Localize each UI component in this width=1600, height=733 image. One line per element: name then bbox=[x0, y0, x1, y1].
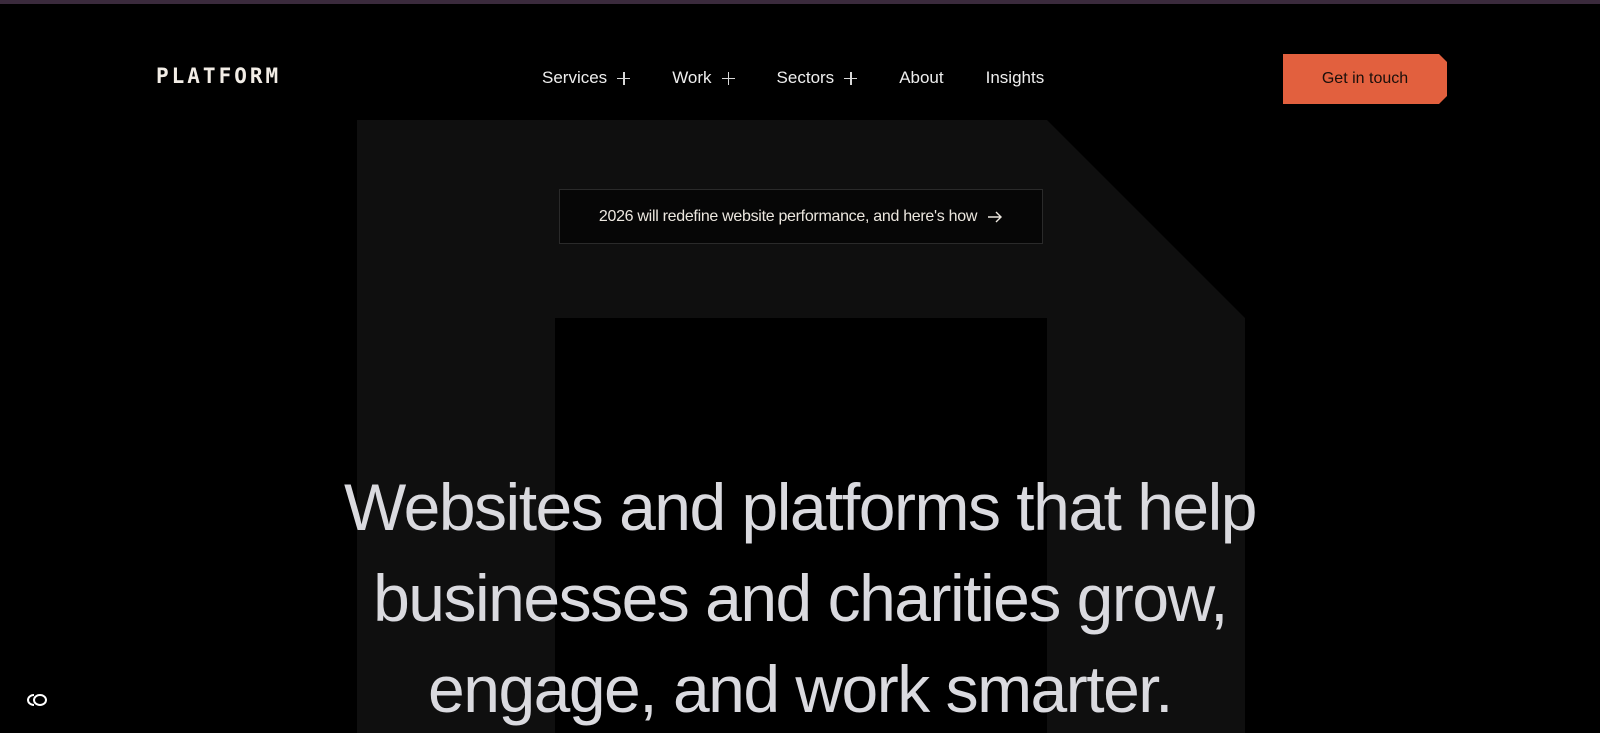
announcement-text: 2026 will redefine website performance, … bbox=[598, 207, 978, 225]
nav-item-services[interactable]: Services bbox=[542, 68, 631, 88]
nav-item-about[interactable]: About bbox=[899, 68, 943, 88]
main-nav: Services Work Sectors About Insights bbox=[542, 68, 1086, 88]
hero-line: businesses and charities grow, bbox=[373, 561, 1228, 635]
nav-item-label: Services bbox=[542, 68, 608, 87]
logo[interactable]: PLATFORM bbox=[156, 66, 281, 87]
hero-heading: Websites and platforms that help busines… bbox=[0, 462, 1600, 733]
arrow-right-icon bbox=[987, 211, 1003, 223]
nav-item-label: Work bbox=[672, 68, 712, 87]
plus-icon bbox=[617, 71, 631, 85]
hero-line: engage, and work smarter. bbox=[428, 652, 1173, 726]
hero-line: Websites and platforms that help bbox=[344, 470, 1257, 544]
nav-item-label: Insights bbox=[985, 68, 1045, 87]
nav-item-work[interactable]: Work bbox=[672, 68, 735, 88]
nav-item-label: About bbox=[899, 68, 944, 87]
nav-item-label: Sectors bbox=[776, 68, 835, 87]
page: PLATFORM Services Work Sectors About Ins… bbox=[0, 0, 1600, 733]
plus-icon bbox=[721, 71, 735, 85]
nav-item-insights[interactable]: Insights bbox=[986, 68, 1045, 88]
site-header: PLATFORM Services Work Sectors About Ins… bbox=[0, 4, 1600, 114]
get-in-touch-button[interactable]: Get in touch bbox=[1283, 54, 1447, 104]
announcement-banner[interactable]: 2026 will redefine website performance, … bbox=[559, 189, 1043, 244]
cookie-settings-icon[interactable] bbox=[22, 691, 50, 709]
nav-item-sectors[interactable]: Sectors bbox=[777, 68, 858, 88]
plus-icon bbox=[844, 71, 858, 85]
